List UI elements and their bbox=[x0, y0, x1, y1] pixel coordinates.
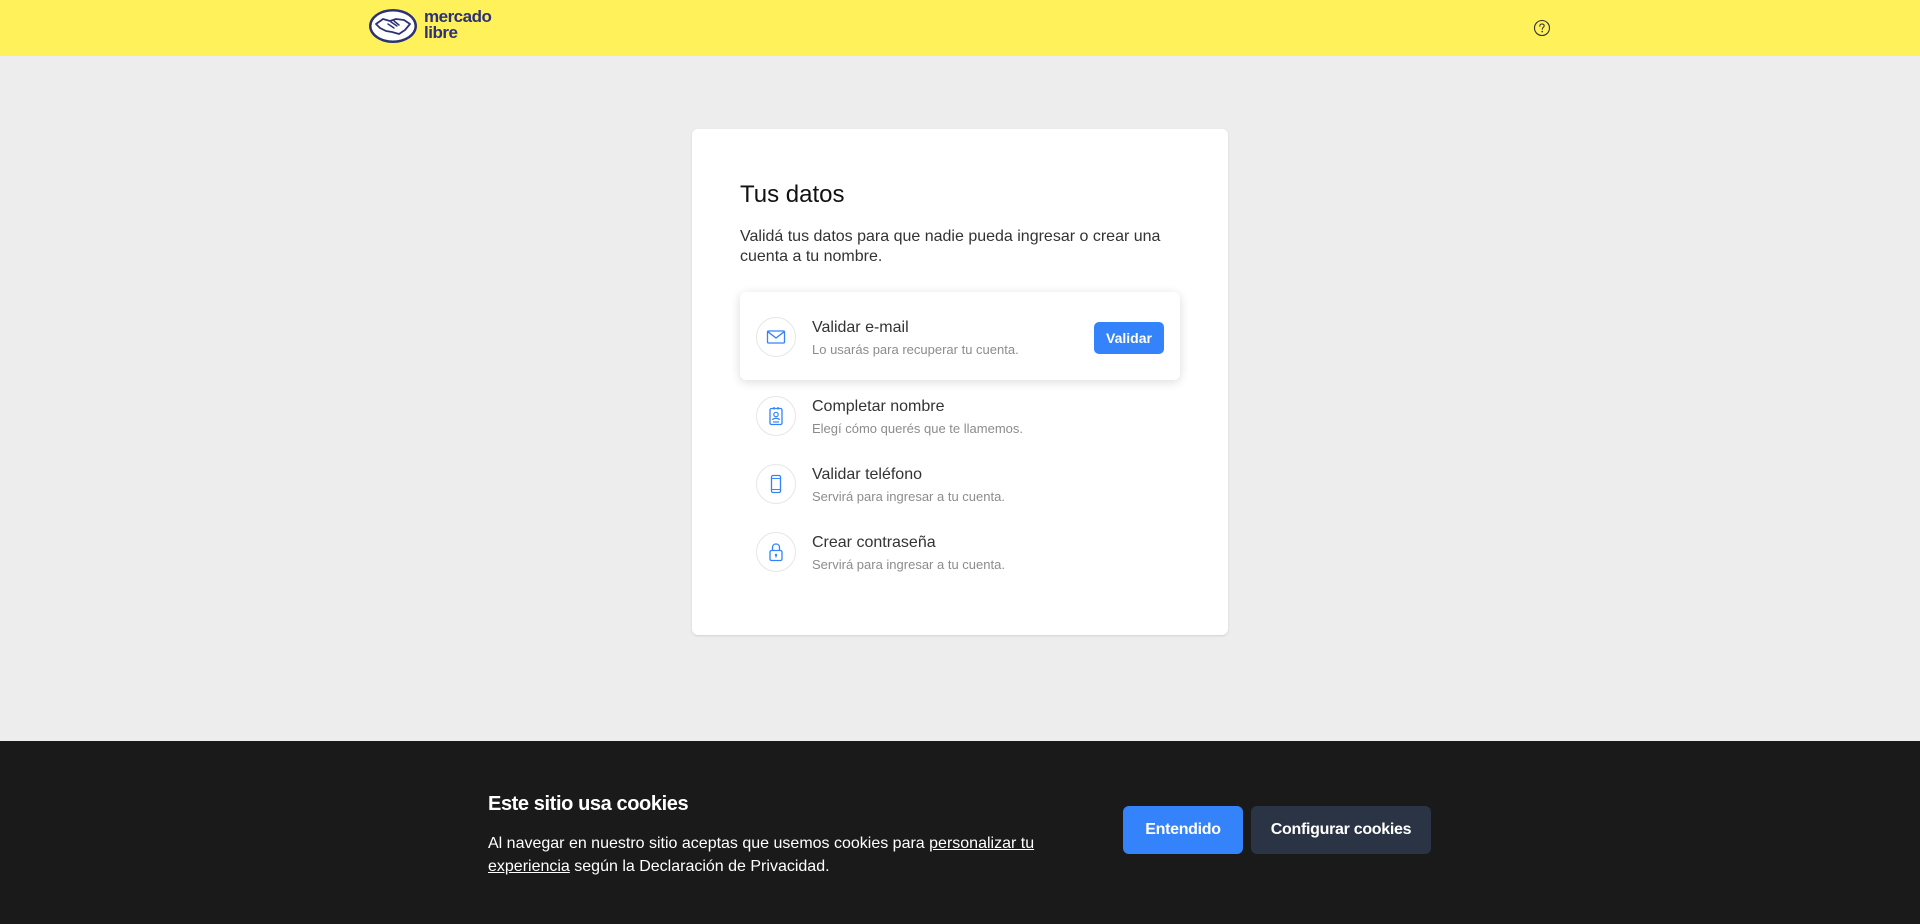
item-subtitle: Servirá para ingresar a tu cuenta. bbox=[812, 557, 1005, 572]
item-subtitle: Elegí cómo querés que te llamemos. bbox=[812, 421, 1023, 436]
validate-email-button[interactable]: Validar bbox=[1094, 322, 1164, 354]
accept-cookies-button[interactable]: Entendido bbox=[1123, 806, 1243, 854]
item-title: Validar teléfono bbox=[812, 466, 922, 483]
data-validation-card: Tus datos Validá tus datos para que nadi… bbox=[692, 129, 1228, 635]
phone-icon bbox=[756, 464, 796, 504]
id-badge-icon bbox=[756, 396, 796, 436]
item-title: Validar e-mail bbox=[812, 319, 909, 336]
logo-wordmark: mercado libre bbox=[424, 8, 492, 42]
top-header: mercado libre bbox=[0, 0, 1920, 56]
cookie-text-end: según la Declaración de Privacidad. bbox=[569, 858, 830, 875]
item-title: Completar nombre bbox=[812, 398, 945, 415]
item-subtitle: Lo usarás para recuperar tu cuenta. bbox=[812, 342, 1019, 357]
create-password-item[interactable]: Crear contraseña Servirá para ingresar a… bbox=[740, 507, 1180, 595]
item-subtitle: Servirá para ingresar a tu cuenta. bbox=[812, 489, 1005, 504]
envelope-icon bbox=[756, 317, 796, 357]
handshake-logo-icon bbox=[369, 9, 417, 43]
page-title: Tus datos bbox=[740, 181, 845, 208]
item-title: Crear contraseña bbox=[812, 534, 936, 551]
help-circle-icon[interactable] bbox=[1533, 19, 1551, 37]
mercado-libre-logo[interactable]: mercado libre bbox=[368, 7, 508, 47]
cookie-text-start: Al navegar en nuestro sitio aceptas que … bbox=[488, 835, 930, 852]
cookie-title: Este sitio usa cookies bbox=[488, 793, 689, 815]
cookie-banner: Este sitio usa cookies Al navegar en nue… bbox=[0, 741, 1920, 924]
validate-email-item[interactable]: Validar e-mail Lo usarás para recuperar … bbox=[740, 292, 1180, 380]
card-description: Validá tus datos para que nadie pueda in… bbox=[740, 228, 1161, 265]
configure-cookies-button[interactable]: Configurar cookies bbox=[1251, 806, 1431, 854]
logo-line-2: libre bbox=[424, 23, 458, 42]
cookie-text: Al navegar en nuestro sitio aceptas que … bbox=[488, 832, 1048, 878]
lock-icon bbox=[756, 532, 796, 572]
